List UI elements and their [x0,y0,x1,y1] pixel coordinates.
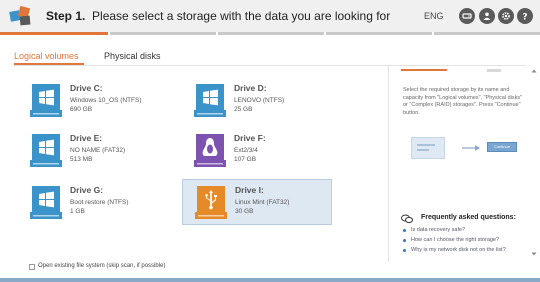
drive-tile-c[interactable]: Drive C: Windows 10_OS (NTFS) 690 GB [18,78,168,124]
drive-name: Drive C: [70,83,103,93]
drive-size: 1 GB [70,208,85,215]
windows-drive-icon [30,186,62,219]
drive-tile-f[interactable]: Drive F: Ext2/3/4 107 GB [182,128,332,174]
tab-physical-disks[interactable]: Physical disks [104,51,161,61]
illustration-line [417,149,429,151]
drive-name: Drive F: [234,133,266,143]
drive-name: Drive G: [70,185,104,195]
open-existing-fs-checkbox[interactable] [29,264,35,270]
help-panel-header-strip [401,69,447,71]
windows-drive-icon [194,84,226,117]
illustration-continue-button: Continue [487,142,517,152]
drive-size: 690 GB [70,106,93,113]
language-selector[interactable]: ENG [424,11,444,21]
drive-tile-i[interactable]: Drive I: Linux Mint (FAT32) 30 GB [182,179,332,225]
faq-link[interactable]: Is data recovery safe? [411,227,465,233]
progress-divider [108,32,110,35]
title-bar: Step 1. Please select a storage with the… [0,0,540,32]
drive-size: 513 MB [70,156,93,163]
bullet-icon [403,229,406,232]
faq-title: Frequently asked questions: [421,214,516,221]
drive-size: 107 GB [234,156,257,163]
drive-name: Drive D: [234,83,267,93]
step-label: Step 1. [46,9,86,23]
windows-drive-icon [30,84,62,117]
arrow-right-icon [462,145,480,151]
drive-name: Drive I: [235,185,264,195]
open-existing-fs-label: Open existing file system (skip scan, if… [38,263,166,269]
bullet-icon [403,239,406,242]
scroll-down-icon[interactable] [531,251,537,257]
drive-size: 25 GB [234,106,253,113]
usb-drive-icon [195,186,227,219]
progress-divider [324,32,326,35]
progress-divider [216,32,218,35]
help-panel-header-strip [487,69,501,72]
drive-name: Drive E: [70,133,103,143]
help-icon[interactable]: ? [517,8,533,24]
illustration-storage-box [411,137,445,159]
illustration-line [417,144,435,146]
progress-divider [432,32,434,35]
drive-tile-g[interactable]: Drive G: Boot restore (NTFS) 1 GB [18,180,168,226]
drive-icon[interactable] [459,8,475,24]
drive-size: 30 GB [235,208,254,215]
windows-drive-icon [30,134,62,167]
help-panel: Select the required storage by its name … [388,66,530,262]
drive-filesystem: Windows 10_OS (NTFS) [70,97,142,104]
faq-link[interactable]: Why is my network disk not on the list? [411,247,506,253]
chat-bubbles-icon [401,214,413,224]
faq-link[interactable]: How can I choose the right storage? [411,237,499,243]
svg-text:?: ? [522,12,527,21]
drive-filesystem: LENOVO (NTFS) [234,97,285,104]
drive-filesystem: Boot restore (NTFS) [70,199,129,206]
bullet-icon [403,249,406,252]
page-title: Step 1. Please select a storage with the… [46,9,390,23]
scroll-up-icon[interactable] [531,68,537,74]
bottom-border [0,278,540,282]
gear-icon[interactable] [498,8,514,24]
drive-tile-e[interactable]: Drive E: NO NAME (FAT32) 513 MB [18,128,168,174]
user-icon[interactable] [479,8,495,24]
drive-tile-d[interactable]: Drive D: LENOVO (NTFS) 25 GB [182,78,332,124]
linux-drive-icon [194,134,226,167]
app-logo-icon [9,5,31,26]
tab-logical-volumes[interactable]: Logical volumes [14,51,79,61]
progress-fill [0,32,108,35]
help-description: Select the required storage by its name … [403,87,523,116]
wizard-progress-bar [0,32,540,35]
drive-filesystem: NO NAME (FAT32) [70,147,126,154]
step-instruction: Please select a storage with the data yo… [92,9,391,23]
drive-filesystem: Linux Mint (FAT32) [235,199,290,206]
drive-filesystem: Ext2/3/4 [234,147,258,154]
